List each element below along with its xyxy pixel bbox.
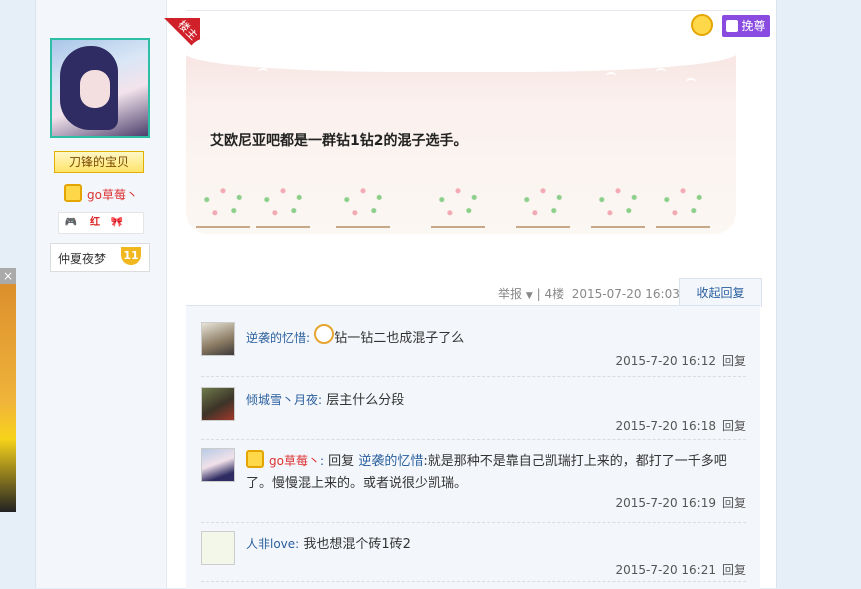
save-post-label: 挽尊 xyxy=(741,19,766,33)
save-post-button[interactable]: 挽尊 xyxy=(722,15,770,37)
author-name[interactable]: go草莓丶 xyxy=(87,188,138,202)
reply-username[interactable]: 逆袭的忆惜 xyxy=(246,331,306,345)
reply-avatar[interactable] xyxy=(201,448,235,482)
reply-username[interactable]: 倾城雪丶月夜 xyxy=(246,393,318,407)
bird-decoration xyxy=(686,78,696,86)
bird-decoration xyxy=(258,68,268,76)
caret-down-icon[interactable]: ▼ xyxy=(526,291,533,301)
author-title-badge[interactable]: 刀锋的宝贝 xyxy=(54,151,144,173)
post-text: 艾欧尼亚吧都是一群钻1钻2的混子选手。 xyxy=(210,133,468,149)
post-meta: 举报 ▼ | 4楼 2015-07-20 16:03 xyxy=(498,287,680,301)
emoji-icon xyxy=(314,324,335,344)
reply-text: 我也想混个砖1砖2 xyxy=(303,537,411,552)
red-badge-icon[interactable]: 红 xyxy=(87,216,103,230)
reply-time: 2015-7-20 16:21 xyxy=(615,563,716,577)
reply-link[interactable]: 回复 xyxy=(722,354,746,368)
reply-username[interactable]: 人非love xyxy=(246,537,295,551)
reply-time: 2015-7-20 16:18 xyxy=(615,419,716,433)
vip-crown-icon xyxy=(246,450,264,468)
level-name: 仲夏夜梦 xyxy=(58,252,107,266)
list-item: go草莓丶: 回复 逆袭的忆惜:就是那种不是靠自己凯瑞打上来的，都打了一千多吧了… xyxy=(201,448,746,523)
author-sidebar: 刀锋的宝贝 go草莓丶 🎮 红 🎀 仲夏夜梦 11 xyxy=(36,0,167,588)
side-ad-banner[interactable] xyxy=(0,268,16,512)
reply-avatar[interactable] xyxy=(201,387,235,421)
reply-text: 钻一钻二也成混子了么 xyxy=(334,331,465,346)
author-avatar[interactable] xyxy=(50,38,150,138)
author-icons-row: 🎮 红 🎀 xyxy=(58,212,144,234)
close-icon[interactable]: × xyxy=(0,268,16,284)
bird-decoration xyxy=(276,62,286,70)
list-item: 倾城雪丶月夜: 层主什么分段 2015-7-20 16:18 回复 xyxy=(201,387,746,440)
reply-text: 层主什么分段 xyxy=(326,393,405,408)
reply-link[interactable]: 回复 xyxy=(722,496,746,510)
report-link[interactable]: 举报 xyxy=(498,287,522,301)
flower-decoration xyxy=(186,174,736,234)
author-level-box[interactable]: 仲夏夜梦 11 xyxy=(50,243,150,272)
floor-number: 4楼 xyxy=(544,287,565,301)
vip-crown-icon xyxy=(64,184,82,202)
bird-decoration xyxy=(656,68,666,76)
top-divider xyxy=(186,0,760,11)
reply-link[interactable]: 回复 xyxy=(722,419,746,433)
reply-link[interactable]: 回复 xyxy=(722,563,746,577)
author-name-row: go草莓丶 xyxy=(64,184,138,202)
bow-icon[interactable]: 🎀 xyxy=(109,216,125,230)
reply-avatar[interactable] xyxy=(201,531,235,565)
post-time: 2015-07-20 16:03 xyxy=(571,287,680,301)
post-content-card: 艾欧尼亚吧都是一群钻1钻2的混子选手。 xyxy=(186,38,736,234)
reply-username[interactable]: go草莓丶 xyxy=(269,454,320,468)
reply-time: 2015-7-20 16:12 xyxy=(615,354,716,368)
post-container: 刀锋的宝贝 go草莓丶 🎮 红 🎀 仲夏夜梦 11 楼主 挽尊 艾欧尼亚吧都是一… xyxy=(35,0,777,589)
card-top-cloud xyxy=(186,38,736,72)
list-item: 人非love: 我也想混个砖1砖2 2015-7-20 16:21 回复 xyxy=(201,531,746,582)
reply-time: 2015-7-20 16:19 xyxy=(615,496,716,510)
reply-list: 逆袭的忆惜: 钻一钻二也成混子了么 2015-7-20 16:12 回复 倾城雪丶… xyxy=(186,305,760,589)
collapse-replies-button[interactable]: 收起回复 xyxy=(679,278,762,307)
reply-avatar[interactable] xyxy=(201,322,235,356)
crown-icon[interactable] xyxy=(691,14,713,36)
reply-prefix: 回复 xyxy=(328,454,355,469)
reply-target-link[interactable]: 逆袭的忆惜 xyxy=(358,454,423,469)
game-icon[interactable]: 🎮 xyxy=(63,216,79,230)
bird-decoration xyxy=(606,72,616,80)
thumb-icon xyxy=(726,20,739,32)
level-number-badge: 11 xyxy=(121,247,141,265)
list-item: 逆袭的忆惜: 钻一钻二也成混子了么 2015-7-20 16:12 回复 xyxy=(201,322,746,377)
